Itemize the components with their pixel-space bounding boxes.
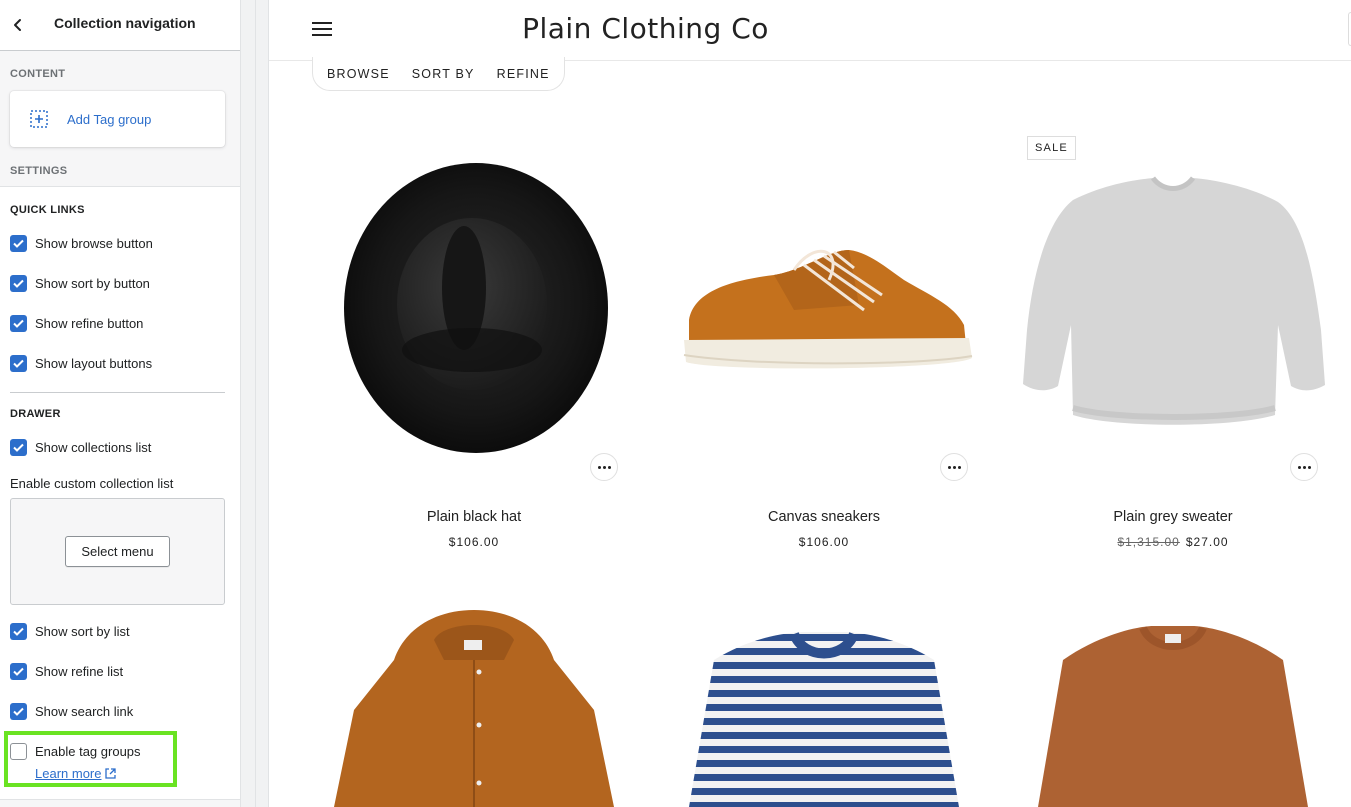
checkbox-show-refine-button[interactable]: Show refine button (10, 315, 143, 332)
settings-panel: QUICK LINKS Show browse button Show sort… (0, 186, 240, 800)
checkbox-show-search-link[interactable]: Show search link (10, 703, 133, 720)
content-section-label: CONTENT (10, 68, 66, 80)
checkbox-checked-icon (10, 623, 27, 640)
select-menu-button[interactable]: Select menu (65, 536, 170, 567)
quick-links-heading: QUICK LINKS (10, 204, 85, 216)
checkbox-label: Show collections list (35, 440, 152, 455)
sale-badge: SALE (1027, 136, 1076, 160)
product-name[interactable]: Canvas sneakers (654, 509, 994, 525)
checkbox-label: Show sort by button (35, 276, 150, 291)
browse-button[interactable]: BROWSE (327, 67, 390, 81)
checkbox-label: Show layout buttons (35, 356, 153, 371)
drawer-heading: DRAWER (10, 408, 61, 420)
checkbox-show-sort-by-list[interactable]: Show sort by list (10, 623, 130, 640)
store-preview: Plain Clothing Co BROWSE SORT BY REFINE … (269, 0, 1351, 807)
checkbox-checked-icon (10, 663, 27, 680)
checkbox-show-browse-button[interactable]: Show browse button (10, 235, 153, 252)
product-price-group: $1,315.00 $27.00 (1003, 535, 1343, 549)
checkbox-checked-icon (10, 355, 27, 372)
sidebar-gutter (241, 0, 269, 807)
product-image-striped-sweater[interactable] (654, 620, 994, 807)
add-tag-group-button[interactable]: Add Tag group (10, 91, 225, 147)
checkbox-checked-icon (10, 235, 27, 252)
checkbox-checked-icon (10, 439, 27, 456)
sidebar-header: Collection navigation (0, 0, 240, 51)
checkbox-label: Show sort by list (35, 624, 130, 639)
learn-more-link[interactable]: Learn more (35, 766, 117, 781)
external-link-icon (105, 768, 117, 779)
product-name[interactable]: Plain black hat (304, 509, 644, 525)
checkbox-label: Show refine list (35, 664, 124, 679)
checkbox-show-sort-by-button[interactable]: Show sort by button (10, 275, 150, 292)
checkbox-label: Show search link (35, 704, 134, 719)
back-chevron-icon[interactable] (6, 13, 30, 37)
add-tag-group-label: Add Tag group (67, 111, 152, 127)
checkbox-show-collections-list[interactable]: Show collections list (10, 439, 151, 456)
more-options-button[interactable] (590, 453, 618, 481)
collection-nav-bar: BROWSE SORT BY REFINE (312, 57, 565, 91)
product-image-rust-sweater[interactable] (1003, 620, 1343, 807)
product-image-hat[interactable] (304, 130, 644, 470)
menu-picker: Select menu (10, 498, 225, 605)
product-image-sneakers[interactable] (654, 130, 994, 470)
checkbox-checked-icon (10, 275, 27, 292)
sort-by-button[interactable]: SORT BY (412, 67, 475, 81)
learn-more-label: Learn more (35, 766, 102, 781)
divider (10, 392, 225, 393)
custom-collection-list-label: Enable custom collection list (10, 476, 174, 491)
store-header: Plain Clothing Co (269, 0, 1351, 61)
checkbox-checked-icon (10, 315, 27, 332)
product-name[interactable]: Plain grey sweater (1003, 509, 1343, 525)
checkbox-checked-icon (10, 703, 27, 720)
product-image-jacket[interactable] (304, 600, 644, 807)
settings-section-label: SETTINGS (10, 165, 68, 177)
product-image-sweater[interactable] (1003, 130, 1343, 470)
product-price: $106.00 (798, 535, 850, 549)
checkbox-show-layout-buttons[interactable]: Show layout buttons (10, 355, 152, 372)
refine-button[interactable]: REFINE (497, 67, 550, 81)
product-card[interactable]: SALE Plain grey sweater $1,315.00 $27.00 (1003, 130, 1343, 560)
sidebar-title: Collection navigation (54, 15, 196, 31)
product-price: $106.00 (448, 535, 500, 549)
checkbox-label: Show browse button (35, 236, 153, 251)
add-block-icon (29, 109, 49, 129)
product-card[interactable]: Plain black hat $106.00 (304, 130, 644, 560)
more-options-button[interactable] (940, 453, 968, 481)
compare-at-price: $1,315.00 (1117, 535, 1180, 549)
checkbox-label: Show refine button (35, 316, 144, 331)
store-title[interactable]: Plain Clothing Co (269, 12, 1351, 45)
more-options-button[interactable] (1290, 453, 1318, 481)
checkbox-show-refine-list[interactable]: Show refine list (10, 663, 123, 680)
theme-editor-sidebar: Collection navigation CONTENT Add Tag gr… (0, 0, 241, 807)
sale-price: $27.00 (1185, 535, 1229, 549)
product-card[interactable]: Canvas sneakers $106.00 (654, 130, 994, 560)
